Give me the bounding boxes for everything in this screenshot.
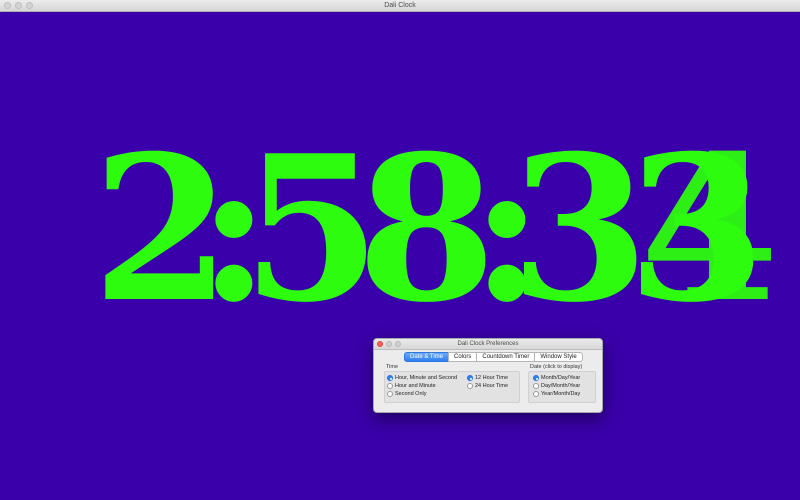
tab-bar: Date & Time Colors Countdown Timer Windo…: [404, 352, 583, 362]
close-button[interactable]: [4, 2, 11, 9]
radio-label: Hour and Minute: [395, 383, 436, 389]
radio-24-hour[interactable]: 24 Hour Time: [467, 383, 508, 389]
main-title-bar: Dali Clock: [0, 0, 800, 12]
preferences-title: Dali Clock Preferences: [457, 341, 519, 347]
radio-second-only[interactable]: Second Only: [387, 391, 427, 397]
minimize-button[interactable]: [386, 341, 392, 347]
tab-colors[interactable]: Colors: [448, 352, 478, 362]
zoom-button[interactable]: [26, 2, 33, 9]
window-controls: [377, 341, 401, 347]
radio-indicator: [533, 391, 539, 397]
radio-selected-indicator: [387, 375, 393, 381]
close-button[interactable]: [377, 341, 383, 347]
radio-indicator: [387, 383, 393, 389]
radio-label: 12 Hour Time: [475, 375, 509, 381]
tab-countdown-timer[interactable]: Countdown Timer: [476, 352, 536, 362]
radio-day-month-year[interactable]: Day/Month/Year: [533, 383, 580, 389]
window-title: Dali Clock: [384, 2, 416, 9]
preferences-window: Dali Clock Preferences Date & Time Color…: [373, 338, 603, 413]
tab-window-style[interactable]: Window Style: [534, 352, 583, 362]
window-controls: [4, 2, 33, 9]
radio-label: Year/Month/Day: [541, 391, 581, 397]
radio-12-hour[interactable]: 12 Hour Time: [467, 375, 508, 381]
radio-selected-indicator: [467, 375, 473, 381]
radio-label: Hour, Minute and Second: [395, 375, 458, 381]
radio-label: Month/Day/Year: [541, 375, 581, 381]
date-group-label: Date (click to display): [530, 364, 583, 370]
radio-month-day-year[interactable]: Month/Day/Year: [533, 375, 580, 381]
radio-hour-minute[interactable]: Hour and Minute: [387, 383, 436, 389]
zoom-button[interactable]: [395, 341, 401, 347]
radio-label: Second Only: [395, 391, 427, 397]
second-ones-digit-morph: 4: [640, 112, 780, 347]
radio-indicator: [467, 383, 473, 389]
radio-hour-minute-second[interactable]: Hour, Minute and Second: [387, 375, 457, 381]
radio-label: Day/Month/Year: [541, 383, 581, 389]
radio-indicator: [533, 383, 539, 389]
radio-selected-indicator: [533, 375, 539, 381]
radio-label: 24 Hour Time: [475, 383, 509, 389]
clock-display: 2 : 5 8 : 3 3 4: [92, 130, 779, 330]
tab-date-time[interactable]: Date & Time: [404, 352, 450, 362]
time-group-label: Time: [386, 364, 399, 370]
radio-indicator: [387, 391, 393, 397]
preferences-title-bar: Dali Clock Preferences: [374, 339, 602, 350]
radio-year-month-day[interactable]: Year/Month/Day: [533, 391, 580, 397]
minimize-button[interactable]: [15, 2, 22, 9]
